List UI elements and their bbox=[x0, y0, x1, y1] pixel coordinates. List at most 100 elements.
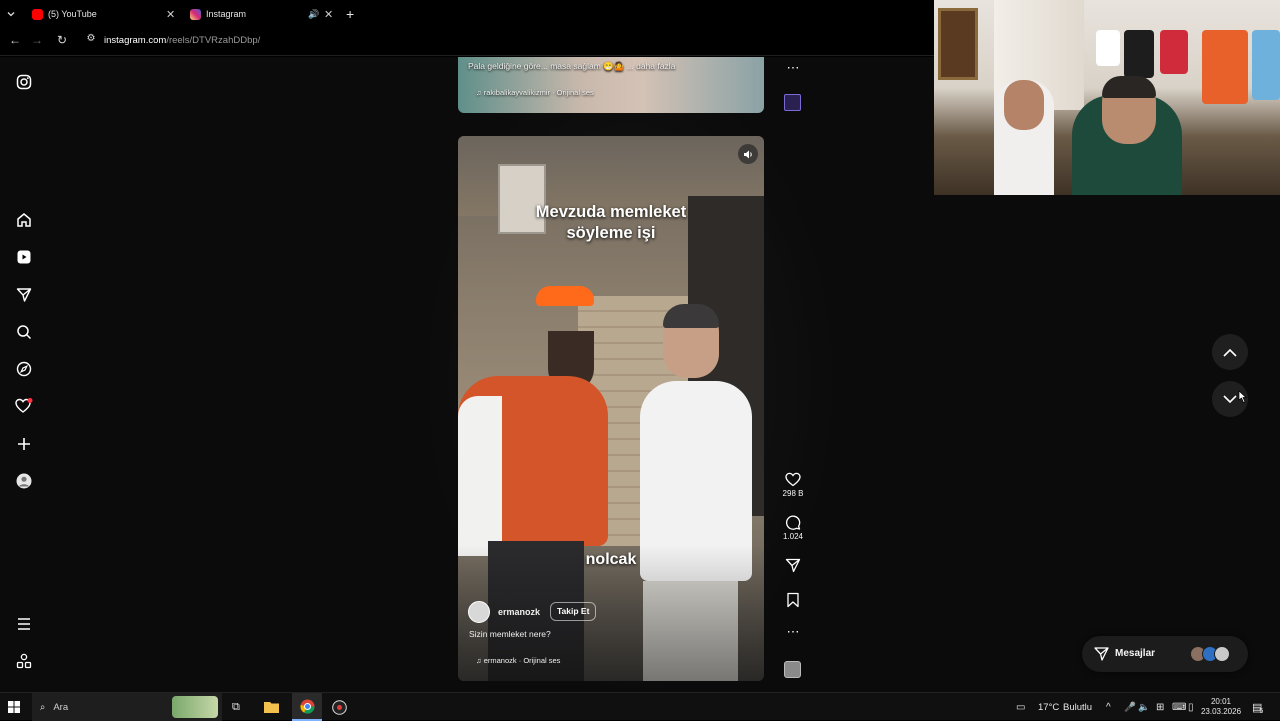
direct-messages-icon[interactable] bbox=[14, 285, 34, 305]
close-tab-icon[interactable]: ✕ bbox=[324, 8, 333, 21]
profile-avatar[interactable] bbox=[14, 471, 34, 491]
previous-reel[interactable]: Pala geldiğine göre... masa sağlam 😁🤷 ..… bbox=[458, 57, 764, 113]
reel-audio[interactable]: ♫ ermanozk · Orijinal ses bbox=[476, 656, 560, 665]
person-right-hair bbox=[1102, 76, 1156, 98]
language-icon[interactable]: ⌨ bbox=[1172, 693, 1186, 721]
chrome-taskbar-icon[interactable] bbox=[292, 693, 322, 721]
previous-reel-audio[interactable]: ♫ rakibalikayvalikizmir · Orijinal ses bbox=[476, 88, 594, 97]
close-tab-icon[interactable]: ✕ bbox=[166, 8, 175, 21]
messages-button[interactable]: Mesajlar bbox=[1082, 636, 1248, 672]
tab-list-chevron-icon[interactable] bbox=[6, 4, 20, 24]
obs-taskbar-icon[interactable] bbox=[332, 693, 347, 721]
reel-video[interactable]: Mevzuda memleket söyleme işi nolcak erma… bbox=[458, 136, 764, 681]
direct-icon bbox=[1094, 647, 1109, 661]
file-explorer-icon[interactable] bbox=[264, 693, 279, 721]
network-icon[interactable]: ⊞ bbox=[1156, 693, 1164, 721]
follow-button[interactable]: Takip Et bbox=[550, 602, 597, 621]
author-avatar[interactable] bbox=[468, 601, 490, 623]
comment-icon bbox=[786, 515, 801, 530]
url-input[interactable]: instagram.com/reels/DTVRzahDDbp/ bbox=[104, 35, 260, 46]
url-host: instagram.com bbox=[104, 35, 167, 46]
clock-time: 20:01 bbox=[1210, 697, 1232, 706]
clock-date: 23.03.2026 bbox=[1200, 707, 1242, 716]
share-button[interactable] bbox=[782, 558, 804, 575]
messages-label: Mesajlar bbox=[1115, 648, 1156, 659]
tab-youtube[interactable]: (5) YouTube ✕ bbox=[32, 4, 180, 24]
reload-icon[interactable]: ↻ bbox=[53, 33, 71, 47]
like-button[interactable]: 298 B bbox=[782, 472, 804, 498]
also-from-meta-icon[interactable] bbox=[14, 651, 34, 671]
webcam-overlay bbox=[934, 0, 1280, 195]
tab-instagram-title: Instagram bbox=[206, 9, 247, 19]
windows-logo-icon bbox=[8, 701, 20, 713]
instagram-favicon-icon bbox=[190, 8, 201, 20]
reel-audio-thumbnail[interactable] bbox=[784, 661, 801, 678]
volume-icon[interactable]: 🔈 bbox=[1138, 693, 1150, 721]
notifications-icon[interactable]: ▤ 5 bbox=[1252, 693, 1263, 721]
more-options-icon[interactable]: ⋯ bbox=[782, 624, 804, 640]
previous-audio-thumbnail[interactable] bbox=[784, 94, 801, 111]
music-note-icon: ♫ bbox=[476, 656, 484, 665]
reel-subtitle: nolcak bbox=[585, 551, 637, 568]
jersey-black bbox=[1124, 30, 1154, 78]
url-path: /reels/DTVRzahDDbp/ bbox=[166, 35, 261, 46]
reel-audio-label: ermanozk · Orijinal ses bbox=[483, 656, 561, 665]
comment-button[interactable]: 1.024 bbox=[782, 515, 804, 541]
search-icon[interactable] bbox=[14, 322, 34, 342]
author-username[interactable]: ermanozk bbox=[498, 607, 540, 617]
save-button[interactable] bbox=[782, 592, 804, 610]
jersey-red bbox=[1160, 30, 1188, 74]
speaker-icon bbox=[743, 150, 752, 158]
taskbar-search[interactable]: ⌕ Ara bbox=[32, 693, 222, 721]
explore-icon[interactable] bbox=[14, 359, 34, 379]
chevron-up-icon bbox=[1223, 348, 1237, 357]
portrait-frame bbox=[938, 8, 978, 80]
clock[interactable]: 20:01 23.03.2026 bbox=[1200, 693, 1242, 721]
tab-audio-icon[interactable]: 🔊 bbox=[308, 9, 319, 20]
windows-taskbar: ⌕ Ara ⧉ ▭ 17°C Bulutlu ^ 🎤 🔈 ⊞ ⌨ ▯ 20:01… bbox=[0, 692, 1280, 721]
site-info-icon[interactable]: ⚙ bbox=[82, 33, 100, 44]
message-avatar bbox=[1214, 646, 1230, 662]
weather-text[interactable]: Bulutlu bbox=[1063, 693, 1092, 721]
reel-caption: Sizin memleket nere? bbox=[469, 629, 551, 639]
jersey-blue bbox=[1252, 30, 1280, 100]
back-icon[interactable]: ← bbox=[6, 33, 24, 47]
start-button[interactable] bbox=[8, 693, 20, 721]
create-icon[interactable] bbox=[14, 434, 34, 454]
new-tab-button[interactable]: + bbox=[346, 4, 360, 24]
tab-youtube-title: (5) YouTube bbox=[48, 9, 97, 19]
jersey-white bbox=[1096, 30, 1120, 66]
previous-reel-caption: Pala geldiğine göre... masa sağlam 😁🤷 ..… bbox=[468, 61, 676, 71]
temperature-text[interactable]: 17°C bbox=[1038, 693, 1059, 721]
instagram-logo-icon[interactable] bbox=[14, 72, 34, 92]
tray-chevron-up-icon[interactable]: ^ bbox=[1106, 693, 1111, 721]
battery-icon[interactable]: ▯ bbox=[1188, 693, 1194, 721]
previous-reel-button[interactable] bbox=[1212, 334, 1248, 370]
like-count: 298 B bbox=[782, 489, 804, 498]
reel-overlay-title: Mevzuda memleket söyleme işi bbox=[458, 202, 764, 244]
home-icon[interactable] bbox=[14, 210, 34, 230]
sound-toggle-button[interactable] bbox=[738, 144, 758, 164]
reels-icon[interactable] bbox=[14, 247, 34, 267]
music-note-icon: ♫ bbox=[476, 88, 484, 97]
forward-icon[interactable]: → bbox=[28, 33, 46, 47]
person-left-face bbox=[1004, 80, 1044, 130]
chevron-down-icon bbox=[1223, 394, 1237, 403]
sidebar bbox=[0, 57, 48, 692]
jersey-orange bbox=[1202, 30, 1248, 104]
tab-instagram[interactable]: Instagram 🔊 ✕ bbox=[190, 4, 338, 24]
reel-overlay-title-line2: söyleme işi bbox=[566, 224, 656, 242]
microphone-icon[interactable]: 🎤 bbox=[1124, 693, 1136, 721]
search-icon: ⌕ bbox=[40, 701, 46, 713]
taskbar-search-placeholder: Ara bbox=[53, 701, 69, 713]
mouse-cursor bbox=[1238, 390, 1247, 404]
comment-count: 1.024 bbox=[782, 532, 804, 541]
notification-count: 5 bbox=[1259, 707, 1264, 715]
weather-icon[interactable]: ▭ bbox=[1016, 693, 1025, 721]
task-view-icon[interactable]: ⧉ bbox=[232, 693, 240, 721]
previous-more-options-icon[interactable]: ⋯ bbox=[782, 60, 804, 76]
more-menu-icon[interactable] bbox=[14, 614, 34, 634]
notifications-heart-icon[interactable] bbox=[14, 396, 34, 416]
bookmark-icon bbox=[787, 592, 799, 608]
heart-icon bbox=[785, 472, 801, 487]
